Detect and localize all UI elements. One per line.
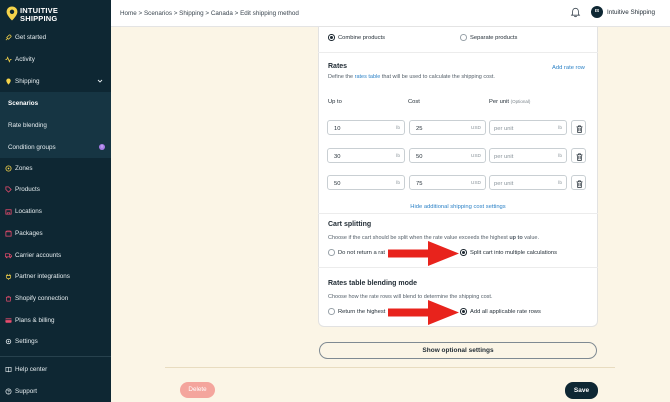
blending-mode-title: Rates table blending mode: [328, 280, 418, 287]
sidebar-item-help-center[interactable]: Help center: [0, 358, 111, 380]
sidebar-item-products[interactable]: Products: [0, 178, 111, 200]
alert-badge: !: [99, 144, 105, 150]
column-up-to: Up to: [328, 99, 342, 105]
top-bar: Home > Scenarios > Shipping > Canada > E…: [111, 0, 670, 27]
do-not-return-rate-radio[interactable]: [328, 249, 335, 256]
divider: [318, 52, 598, 53]
sidebar-item-zones[interactable]: Zones: [0, 157, 111, 179]
column-cost: Cost: [408, 99, 420, 105]
sidebar-divider: [0, 356, 111, 357]
sidebar-item-scenarios[interactable]: Scenarios: [0, 92, 111, 114]
per-unit-input[interactable]: per unit lb: [489, 175, 567, 190]
split-cart-radio[interactable]: [460, 249, 467, 256]
add-rate-row-link[interactable]: Add rate row: [552, 65, 585, 71]
app-logo[interactable]: INTUITIVE SHIPPING: [6, 5, 66, 25]
chevron-down-icon[interactable]: [97, 78, 103, 84]
up-to-input[interactable]: 30 lb: [327, 148, 405, 163]
show-optional-settings-button[interactable]: Show optional settings: [319, 342, 597, 359]
shipping-settings-card: Combine products Separate products Rates…: [318, 27, 598, 327]
sidebar-item-rate-blending[interactable]: Rate blending: [0, 114, 111, 136]
trash-icon: [576, 124, 583, 133]
do-not-return-rate-label: Do not return a rat: [338, 249, 386, 256]
rates-description: Define the rates table that will be used…: [328, 74, 495, 80]
breadcrumb[interactable]: Home > Scenarios > Shipping > Canada > E…: [120, 10, 299, 17]
delete-row-button[interactable]: [571, 148, 586, 163]
cost-input[interactable]: 75 USD: [409, 175, 486, 190]
shipping-icon: [5, 77, 12, 85]
return-highest-label: Return the highest: [338, 308, 386, 315]
add-all-rows-label: Add all applicable rate rows: [470, 308, 541, 315]
truck-icon: [5, 252, 12, 259]
delete-row-button[interactable]: [571, 120, 586, 135]
cost-input[interactable]: 25 USD: [409, 120, 486, 135]
annotation-arrow-icon: [388, 300, 459, 325]
divider: [318, 213, 598, 214]
trash-icon: [576, 152, 583, 161]
footer-divider: [165, 367, 615, 368]
bell-icon[interactable]: [570, 7, 581, 18]
sidebar-item-packages[interactable]: Packages: [0, 222, 111, 244]
zones-icon: [5, 164, 12, 172]
cost-input[interactable]: 50 USD: [409, 148, 486, 163]
shopify-icon: [5, 295, 12, 302]
book-icon: [5, 366, 12, 373]
sidebar: INTUITIVE SHIPPING Get started Activity …: [0, 0, 111, 402]
rates-title: Rates: [328, 63, 348, 70]
sidebar-item-support[interactable]: Support: [0, 380, 111, 402]
avatar[interactable]: IS: [591, 6, 603, 18]
combine-products-radio[interactable]: [328, 34, 335, 41]
plug-icon: [5, 273, 12, 280]
return-highest-radio[interactable]: [328, 308, 335, 315]
sidebar-item-shipping[interactable]: Shipping: [0, 70, 111, 92]
building-icon: [5, 208, 12, 215]
column-per-unit: Per unit (Optional): [489, 99, 531, 105]
sidebar-item-plans-billing[interactable]: Plans & billing: [0, 309, 111, 331]
sidebar-item-partner-integrations[interactable]: Partner integrations: [0, 265, 111, 287]
sidebar-item-condition-groups[interactable]: Condition groups !: [0, 136, 111, 158]
cart-splitting-title: Cart splitting: [328, 221, 372, 228]
delete-row-button[interactable]: [571, 175, 586, 190]
box-icon: [5, 230, 12, 237]
activity-icon: [5, 55, 12, 63]
support-icon: [5, 388, 12, 395]
user-name[interactable]: Intuitive Shipping: [607, 9, 655, 16]
logo-text: INTUITIVE SHIPPING: [20, 6, 59, 23]
sidebar-item-settings[interactable]: Settings: [0, 330, 111, 352]
combine-products-label: Combine products: [338, 34, 386, 41]
tag-icon: [5, 185, 12, 193]
annotation-arrow-icon: [388, 241, 459, 266]
rocket-icon: [5, 33, 12, 41]
hide-settings-link[interactable]: Hide additional shipping cost settings: [318, 204, 598, 210]
separate-products-radio[interactable]: [460, 34, 467, 41]
separate-products-label: Separate products: [470, 34, 518, 41]
add-all-rows-radio[interactable]: [460, 308, 467, 315]
save-button[interactable]: Save: [565, 382, 598, 399]
sidebar-item-shopify-connection[interactable]: Shopify connection: [0, 287, 111, 309]
divider: [318, 267, 598, 268]
sidebar-item-activity[interactable]: Activity: [0, 48, 111, 70]
sidebar-item-carrier-accounts[interactable]: Carrier accounts: [0, 244, 111, 266]
up-to-input[interactable]: 50 lb: [327, 175, 405, 190]
rates-table-link[interactable]: rates table: [355, 74, 381, 80]
delete-button[interactable]: Delete: [180, 382, 215, 398]
split-cart-label: Split cart into multiple calculations: [470, 249, 557, 256]
gear-icon: [5, 338, 12, 345]
per-unit-input[interactable]: per unit lb: [489, 148, 567, 163]
per-unit-input[interactable]: per unit lb: [489, 120, 567, 135]
card-icon: [5, 317, 12, 324]
sidebar-item-get-started[interactable]: Get started: [0, 26, 111, 48]
sidebar-item-locations[interactable]: Locations: [0, 200, 111, 222]
trash-icon: [576, 179, 583, 188]
location-pin-icon: [6, 6, 18, 21]
up-to-input[interactable]: 10 lb: [327, 120, 405, 135]
